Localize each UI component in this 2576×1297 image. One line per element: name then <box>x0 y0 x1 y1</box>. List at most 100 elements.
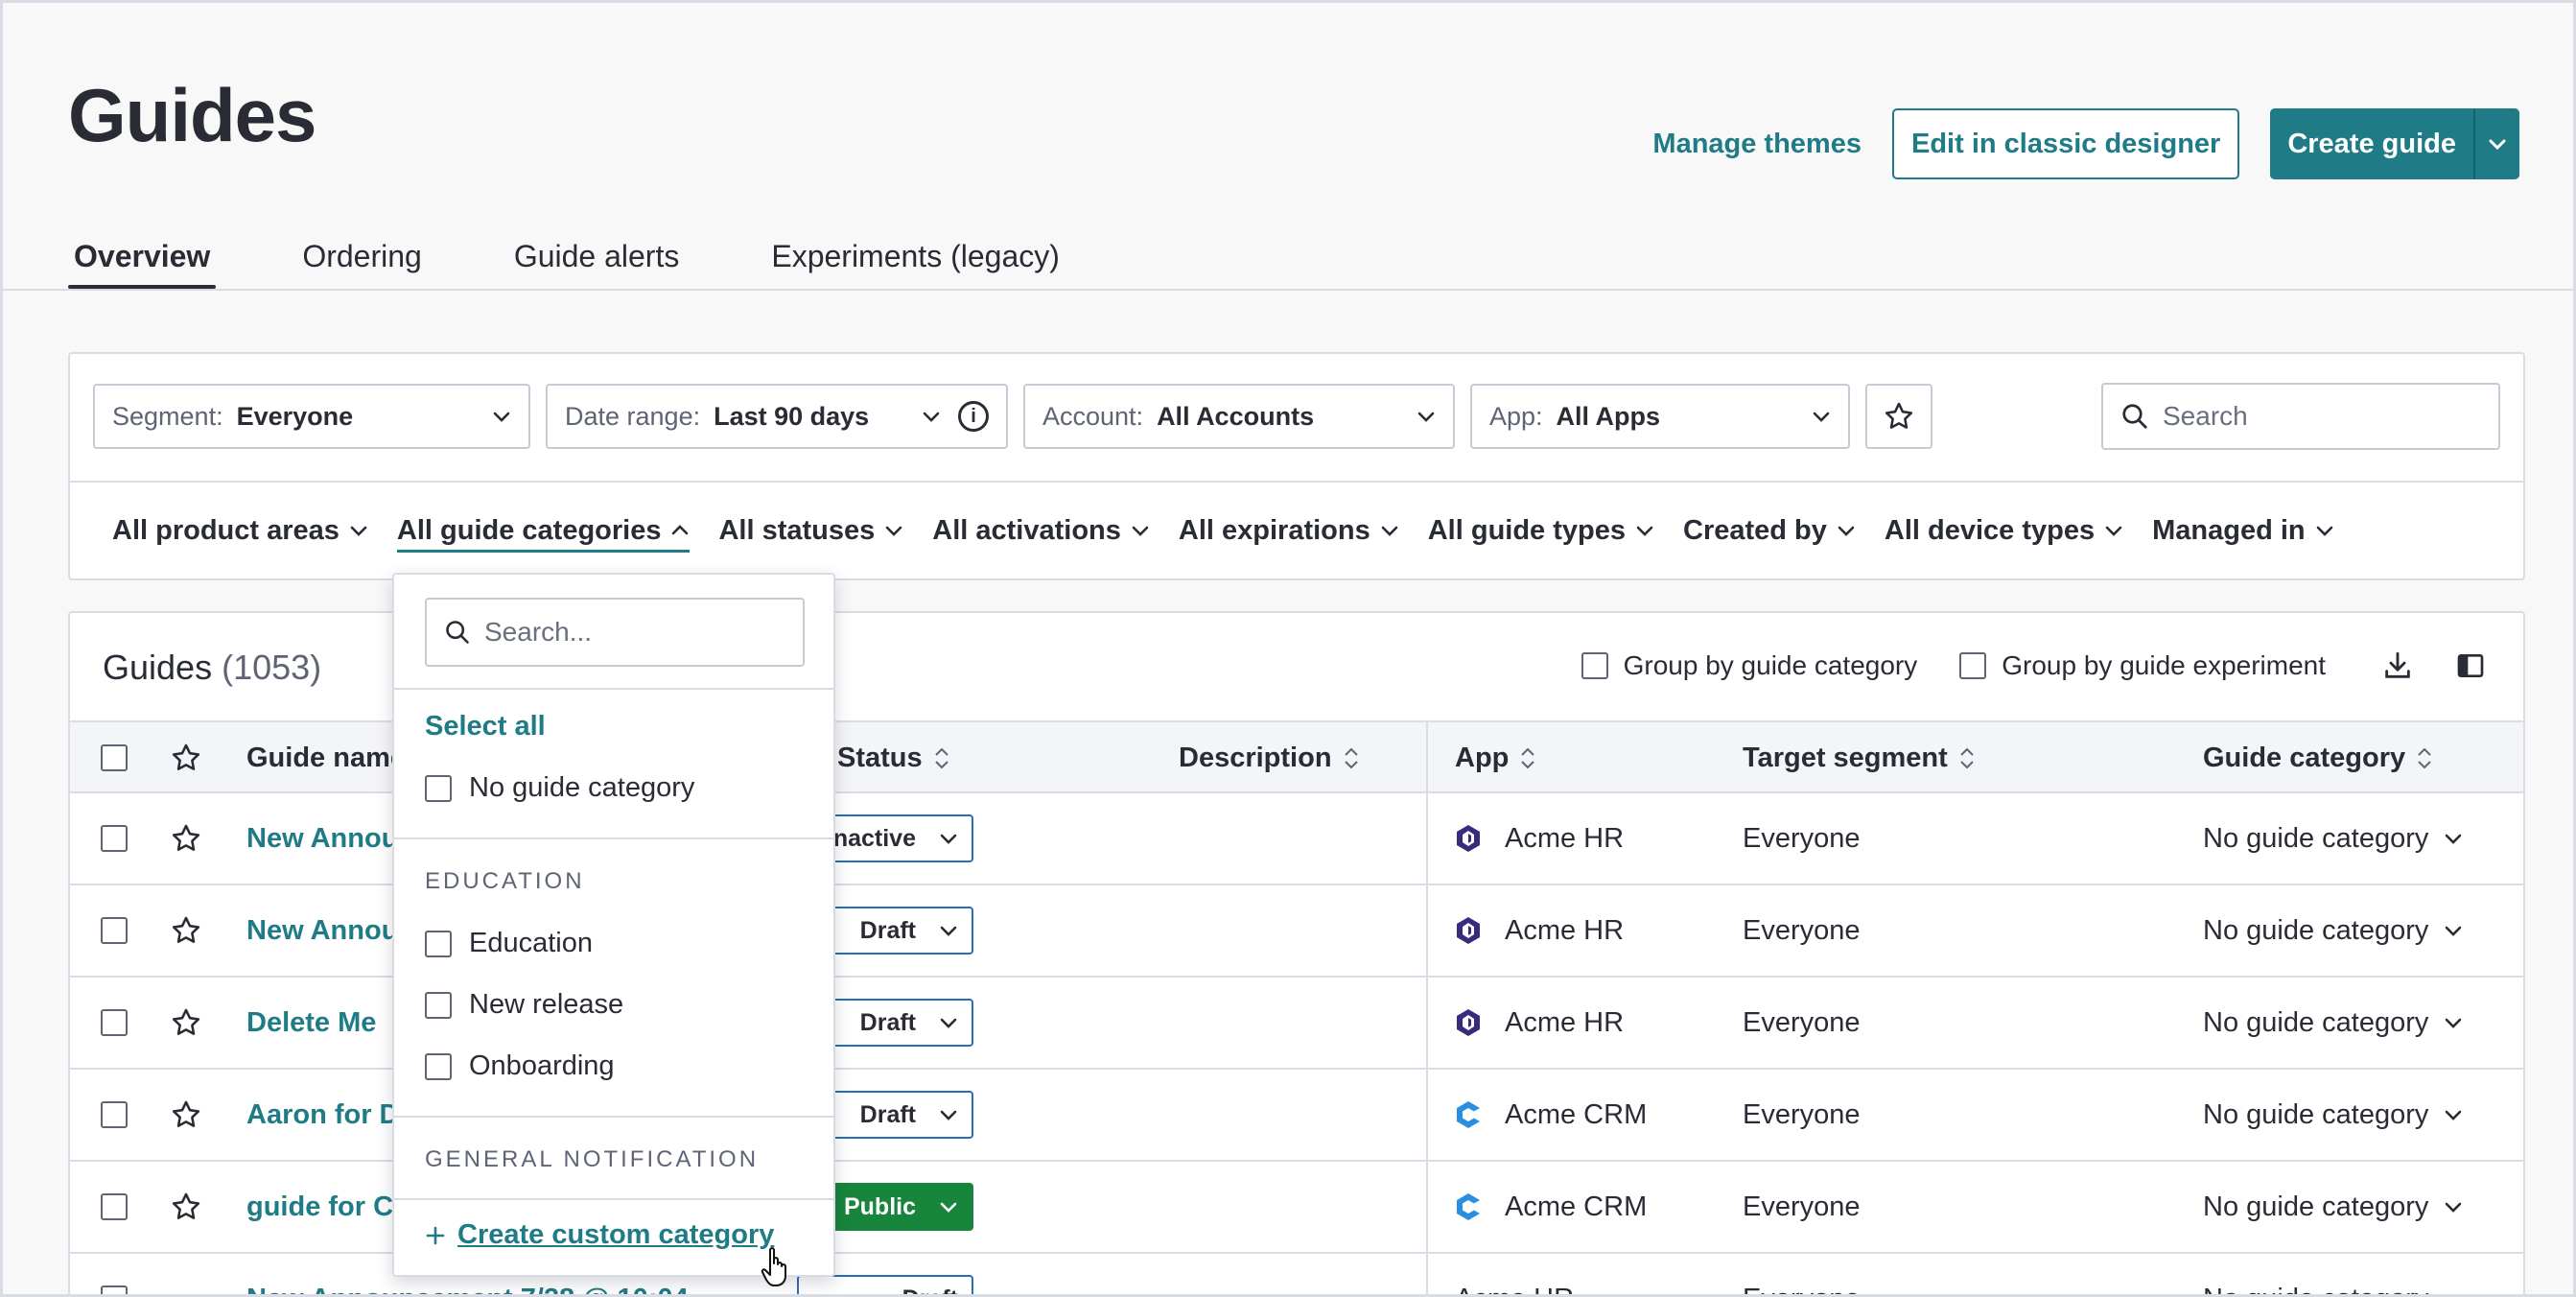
app-label: App: <box>1489 401 1543 431</box>
filter-created-by[interactable]: Created by <box>1683 503 1856 558</box>
filter-device-types[interactable]: All device types <box>1885 503 2123 558</box>
row-select[interactable] <box>101 1070 128 1160</box>
checkbox[interactable] <box>101 1009 128 1036</box>
download-button[interactable] <box>2374 642 2422 690</box>
row-favorite[interactable] <box>170 978 202 1068</box>
page-title: Guides <box>68 73 316 157</box>
search-input[interactable] <box>2163 401 2470 432</box>
checkbox[interactable] <box>425 1052 452 1080</box>
option-onboarding[interactable]: Onboarding <box>425 1050 615 1082</box>
app-cell: Acme HR <box>1455 885 1624 976</box>
checkbox[interactable] <box>101 1101 128 1128</box>
filter-managed-in[interactable]: Managed in <box>2152 503 2334 558</box>
acme-crm-app-icon <box>1457 1101 1480 1128</box>
segment-select[interactable]: Segment: Everyone <box>93 384 530 449</box>
tab-guide-alerts[interactable]: Guide alerts <box>508 229 686 289</box>
filter-statuses[interactable]: All statuses <box>718 503 903 558</box>
tabs-divider <box>3 289 2573 291</box>
group-by-experiment-toggle[interactable]: Group by guide experiment <box>1959 650 2326 681</box>
row-favorite[interactable] <box>170 1162 202 1252</box>
status-dropdown[interactable]: Draft <box>797 1275 973 1294</box>
segment-value: Everyone <box>236 401 354 431</box>
app-select[interactable]: App: All Apps <box>1470 384 1850 449</box>
status-value: Draft <box>859 1008 916 1036</box>
filter-guide-types[interactable]: All guide types <box>1428 503 1654 558</box>
star-icon[interactable] <box>170 914 202 947</box>
filter-product-areas[interactable]: All product areas <box>112 503 368 558</box>
option-label: No guide category <box>469 772 695 803</box>
chevron-down-icon <box>940 1110 957 1120</box>
primary-filters: Segment: Everyone Date range: Last 90 days… <box>93 383 1932 450</box>
guide-category-value: No guide category <box>2203 1254 2428 1295</box>
account-select[interactable]: Account: All Accounts <box>1023 384 1455 449</box>
checkbox[interactable] <box>101 744 128 771</box>
checkbox[interactable] <box>101 825 128 852</box>
row-select[interactable] <box>101 1162 128 1252</box>
favorite-filter-button[interactable] <box>1865 384 1932 449</box>
option-no-guide-category[interactable]: No guide category <box>425 772 694 804</box>
date-range-select[interactable]: Date range: Last 90 days i <box>546 384 1008 449</box>
tab-overview[interactable]: Overview <box>68 229 217 289</box>
group-by-category-toggle[interactable]: Group by guide category <box>1581 650 1917 681</box>
star-icon[interactable] <box>170 822 202 855</box>
guide-category-select[interactable]: No guide category <box>2203 885 2463 976</box>
create-custom-category-link[interactable]: Create custom category <box>425 1219 774 1251</box>
checkbox[interactable] <box>1959 652 1987 679</box>
row-select[interactable] <box>101 793 128 884</box>
select-all-rows[interactable] <box>101 722 128 793</box>
star-icon[interactable] <box>170 742 202 774</box>
column-target-segment[interactable]: Target segment <box>1743 722 1975 793</box>
manage-themes-button[interactable]: Manage themes <box>1652 129 1862 160</box>
star-icon[interactable] <box>170 1006 202 1039</box>
info-icon[interactable]: i <box>958 401 989 432</box>
guide-category-select[interactable]: No guide category <box>2203 1070 2463 1160</box>
checkbox[interactable] <box>101 1193 128 1220</box>
sort-icon <box>1344 747 1359 769</box>
filter-activations[interactable]: All activations <box>932 503 1150 558</box>
column-chooser-button[interactable] <box>2447 642 2494 690</box>
search-icon <box>446 621 469 644</box>
guide-category-select[interactable]: No guide category <box>2203 978 2463 1068</box>
checkbox[interactable] <box>101 917 128 944</box>
row-favorite[interactable] <box>170 793 202 884</box>
column-guide-category[interactable]: Guide category <box>2203 722 2432 793</box>
app-cell: Acme HR <box>1455 978 1624 1068</box>
checkbox[interactable] <box>425 991 452 1019</box>
star-icon[interactable] <box>170 1098 202 1131</box>
row-select[interactable] <box>101 885 128 976</box>
guide-category-select[interactable]: No guide category <box>2203 1162 2463 1252</box>
sort-icon <box>2417 747 2432 769</box>
column-status[interactable]: Status <box>837 722 949 793</box>
row-favorite[interactable] <box>170 1070 202 1160</box>
row-select[interactable] <box>101 1254 128 1294</box>
status-value: Public <box>843 1192 916 1220</box>
checkbox[interactable] <box>1581 652 1608 679</box>
filter-guide-categories-label: All guide categories <box>396 514 662 546</box>
select-all-link[interactable]: Select all <box>425 711 546 743</box>
column-guide-name[interactable]: Guide name <box>246 722 406 793</box>
column-app[interactable]: App <box>1455 722 1535 793</box>
option-education[interactable]: Education <box>425 928 593 959</box>
guide-name-link[interactable]: Delete Me <box>246 978 376 1068</box>
create-guide-button[interactable]: Create guide <box>2270 108 2473 179</box>
filter-expirations[interactable]: All expirations <box>1179 503 1399 558</box>
filter-guide-categories[interactable]: All guide categories <box>396 503 691 558</box>
checkbox[interactable] <box>425 930 452 957</box>
row-select[interactable] <box>101 978 128 1068</box>
checkbox[interactable] <box>425 774 452 802</box>
star-icon[interactable] <box>170 1191 202 1223</box>
checkbox[interactable] <box>101 1285 128 1294</box>
create-guide-menu-toggle[interactable] <box>2473 108 2519 179</box>
tab-ordering[interactable]: Ordering <box>296 229 428 289</box>
app-cell: Acme HR <box>1455 793 1624 884</box>
table-tools: Group by guide category Group by guide e… <box>1581 642 2494 690</box>
column-description[interactable]: Description <box>1179 722 1359 793</box>
filter-expirations-label: All expirations <box>1178 514 1370 546</box>
edit-classic-designer-button[interactable]: Edit in classic designer <box>1891 108 2240 179</box>
tab-experiments-legacy[interactable]: Experiments (legacy) <box>765 229 1066 289</box>
category-search-input[interactable] <box>484 617 791 648</box>
option-new-release[interactable]: New release <box>425 989 623 1021</box>
app-name: Acme CRM <box>1505 1098 1648 1130</box>
guide-category-select[interactable]: No guide category <box>2203 793 2463 884</box>
row-favorite[interactable] <box>170 885 202 976</box>
